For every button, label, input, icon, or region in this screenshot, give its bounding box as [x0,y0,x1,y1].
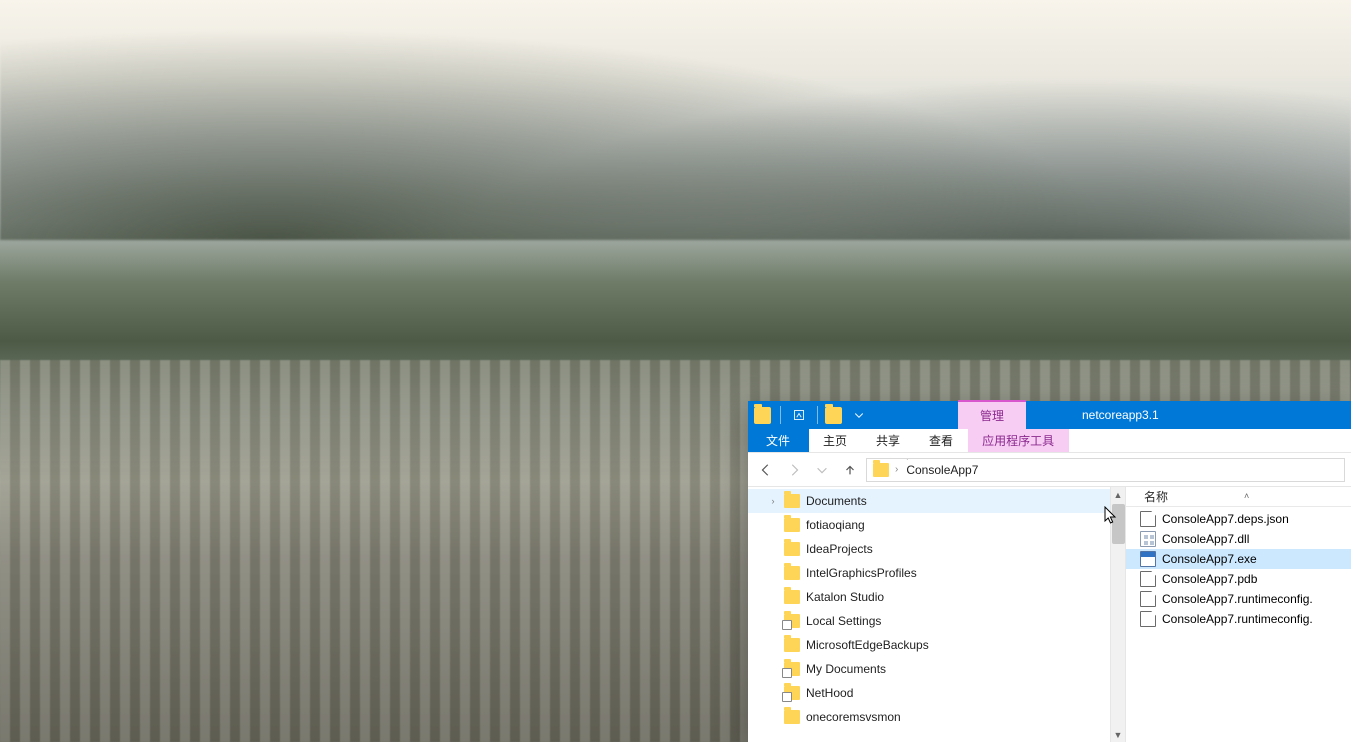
exe-file-icon [1140,551,1156,567]
manage-label: 管理 [980,407,1004,424]
tree-item-label: NetHood [806,686,853,700]
json-file-icon [1140,511,1156,527]
tab-file-label: 文件 [766,432,790,449]
file-name: ConsoleApp7.exe [1162,552,1257,566]
folder-icon [784,590,800,604]
file-name: ConsoleApp7.pdb [1162,572,1257,586]
tree-item[interactable]: IntelGraphicsProfiles [748,561,1125,585]
navigation-tree[interactable]: › Documents fotiaoqiang IdeaProjects IntelGr… [748,487,1126,742]
separator [817,406,818,424]
sort-indicator-icon: ˄ [1244,491,1249,501]
tree-scrollbar[interactable]: ▲ ▼ [1110,487,1125,742]
file-row[interactable]: ConsoleApp7.runtimeconfig. [1126,609,1351,629]
manage-context-tab[interactable]: 管理 [958,401,1026,429]
tab-share[interactable]: 共享 [862,429,915,452]
file-row[interactable]: ConsoleApp7.deps.json [1126,509,1351,529]
file-name: ConsoleApp7.runtimeconfig. [1162,612,1313,626]
file-explorer-window: 管理 netcoreapp3.1 文件 主页 共享 查看 应用程序工具 › wh… [748,401,1351,742]
file-row[interactable]: ConsoleApp7.dll [1126,529,1351,549]
tree-item[interactable]: MicrosoftEdgeBackups [748,633,1125,657]
chevron-right-icon[interactable]: › [768,496,778,506]
folder-icon [784,566,800,580]
scroll-thumb[interactable] [1112,504,1125,544]
tab-app-tools[interactable]: 应用程序工具 [968,429,1069,452]
tab-app-tools-label: 应用程序工具 [982,432,1054,449]
tree-item-label: Katalon Studio [806,590,884,604]
breadcrumb-text: ConsoleApp7 [906,463,978,477]
tab-view-label: 查看 [929,432,953,449]
folder-icon [784,638,800,652]
breadcrumb: whuanle›source›repos›ConsoleApp7›Console… [904,458,980,482]
file-name: ConsoleApp7.dll [1162,532,1249,546]
file-name: ConsoleApp7.runtimeconfig. [1162,592,1313,606]
file-row[interactable]: ConsoleApp7.pdb [1126,569,1351,589]
file-list[interactable]: 名称 ˄ ConsoleApp7.deps.json ConsoleApp7.dl… [1126,487,1351,742]
cfg-file-icon [1140,611,1156,627]
folder-icon [754,407,771,424]
ribbon-tabs: 文件 主页 共享 查看 应用程序工具 [748,429,1351,453]
tree-item[interactable]: IdeaProjects [748,537,1125,561]
scroll-up-icon[interactable]: ▲ [1111,487,1125,502]
tree-item-label: My Documents [806,662,886,676]
title-bar[interactable]: 管理 netcoreapp3.1 [748,401,1351,429]
scroll-down-icon[interactable]: ▼ [1111,727,1125,742]
column-header-name[interactable]: 名称 ˄ [1126,487,1351,507]
tab-home-label: 主页 [823,432,847,449]
window-title-text: netcoreapp3.1 [1082,408,1159,422]
properties-icon[interactable] [788,404,810,426]
forward-button[interactable] [782,458,806,482]
folder-icon [784,710,800,724]
up-button[interactable] [838,458,862,482]
qat-dropdown-icon[interactable] [848,404,870,426]
folder-icon [784,542,800,556]
file-row[interactable]: ConsoleApp7.runtimeconfig. [1126,589,1351,609]
folder-icon [784,518,800,532]
chevron-right-icon: › [904,480,911,482]
pdb-file-icon [1140,571,1156,587]
tree-item[interactable]: Katalon Studio [748,585,1125,609]
file-name: ConsoleApp7.deps.json [1162,512,1289,526]
tab-home[interactable]: 主页 [809,429,862,452]
back-button[interactable] [754,458,778,482]
tree-item-label: fotiaoqiang [806,518,865,532]
wallpaper-mountains [0,20,1351,240]
chevron-right-icon: › [893,464,900,475]
folder-shortcut-icon [784,686,800,700]
address-folder-icon [873,463,889,477]
tab-view[interactable]: 查看 [915,429,968,452]
explorer-body: › Documents fotiaoqiang IdeaProjects IntelGr… [748,487,1351,742]
tree-item[interactable]: fotiaoqiang [748,513,1125,537]
tree-item[interactable]: NetHood [748,681,1125,705]
dll-file-icon [1140,531,1156,547]
column-header-name-label: 名称 [1144,488,1168,505]
tree-item-label: Local Settings [806,614,881,628]
quick-access-toolbar [748,404,870,426]
window-title: netcoreapp3.1 [1074,401,1159,429]
tree-item-label: IdeaProjects [806,542,873,556]
tree-item[interactable]: onecoremsvsmon [748,705,1125,729]
folder-shortcut-icon [784,614,800,628]
tree-item-label: IntelGraphicsProfiles [806,566,917,580]
folder-icon [784,494,800,508]
tree-item-label: onecoremsvsmon [806,710,901,724]
recent-locations-dropdown[interactable] [810,458,834,482]
tree-item[interactable]: › Documents [748,489,1125,513]
tab-share-label: 共享 [876,432,900,449]
navigation-bar: › whuanle›source›repos›ConsoleApp7›Conso… [748,453,1351,487]
file-row[interactable]: ConsoleApp7.exe [1126,549,1351,569]
breadcrumb-segment[interactable]: ConsoleApp7 [904,463,980,477]
new-folder-icon[interactable] [825,407,842,424]
separator [780,406,781,424]
tree-item-label: Documents [806,494,867,508]
folder-shortcut-icon [784,662,800,676]
tree-item[interactable]: My Documents [748,657,1125,681]
tree-item[interactable]: Local Settings [748,609,1125,633]
address-bar[interactable]: › whuanle›source›repos›ConsoleApp7›Conso… [866,458,1345,482]
cfg-file-icon [1140,591,1156,607]
tab-file[interactable]: 文件 [748,429,809,452]
tree-item-label: MicrosoftEdgeBackups [806,638,929,652]
